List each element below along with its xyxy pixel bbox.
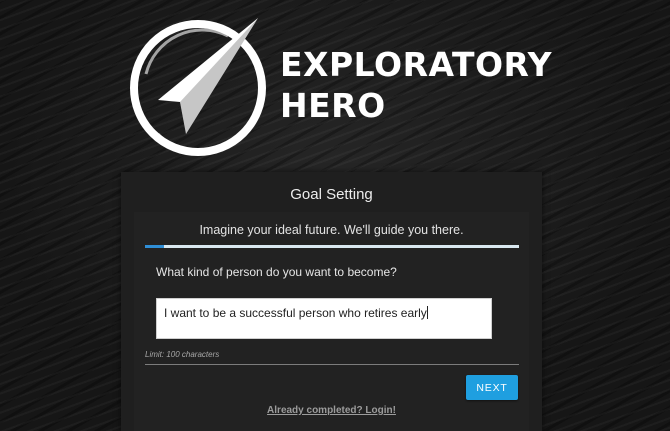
brand-line-1: EXPLORATORY: [280, 45, 553, 84]
next-button[interactable]: NEXT: [466, 375, 518, 400]
compass-arrow-icon: [130, 18, 266, 156]
login-link[interactable]: Already completed? Login!: [134, 405, 529, 416]
goal-text-value: I want to be a successful person who ret…: [164, 306, 427, 320]
text-caret: [426, 306, 428, 319]
brand-line-2: HERO: [280, 86, 386, 125]
brand-wordmark: EXPLORATORY HERO: [280, 44, 552, 126]
goal-text-input[interactable]: I want to be a successful person who ret…: [156, 298, 492, 339]
progress-fill: [145, 245, 164, 248]
card-subtitle: Imagine your ideal future. We'll guide y…: [199, 223, 464, 237]
brand-logo: EXPLORATORY HERO: [128, 14, 552, 162]
character-limit-hint: Limit: 100 characters: [145, 350, 220, 359]
divider: [145, 364, 519, 365]
goal-setting-card: Goal Setting Imagine your ideal future. …: [121, 172, 542, 431]
card-title: Goal Setting: [290, 186, 373, 203]
question-label: What kind of person do you want to becom…: [156, 265, 397, 279]
card-body: Imagine your ideal future. We'll guide y…: [134, 212, 529, 431]
progress-bar: [145, 245, 519, 248]
